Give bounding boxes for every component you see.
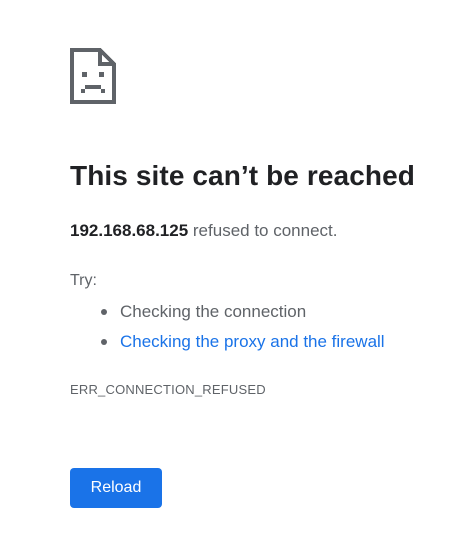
bullet-icon — [101, 309, 107, 315]
page-title: This site can’t be reached — [70, 160, 415, 191]
sad-document-icon — [70, 48, 116, 104]
error-page: This site can’t be reached 192.168.68.12… — [0, 0, 474, 551]
error-code: ERR_CONNECTION_REFUSED — [70, 382, 266, 397]
list-item: Checking the connection — [70, 299, 385, 329]
host-address: 192.168.68.125 — [70, 221, 189, 240]
check-proxy-firewall-link[interactable]: Checking the proxy and the firewall — [120, 332, 385, 351]
reload-button[interactable]: Reload — [70, 468, 162, 508]
bullet-icon — [101, 339, 107, 345]
error-message: 192.168.68.125 refused to connect. — [70, 221, 338, 241]
suggestion-check-connection: Checking the connection — [120, 302, 307, 321]
suggestions-list: Checking the connection Checking the pro… — [70, 299, 385, 359]
error-message-text: refused to connect. — [188, 221, 338, 240]
try-label: Try: — [70, 272, 97, 289]
list-item: Checking the proxy and the firewall — [70, 329, 385, 359]
